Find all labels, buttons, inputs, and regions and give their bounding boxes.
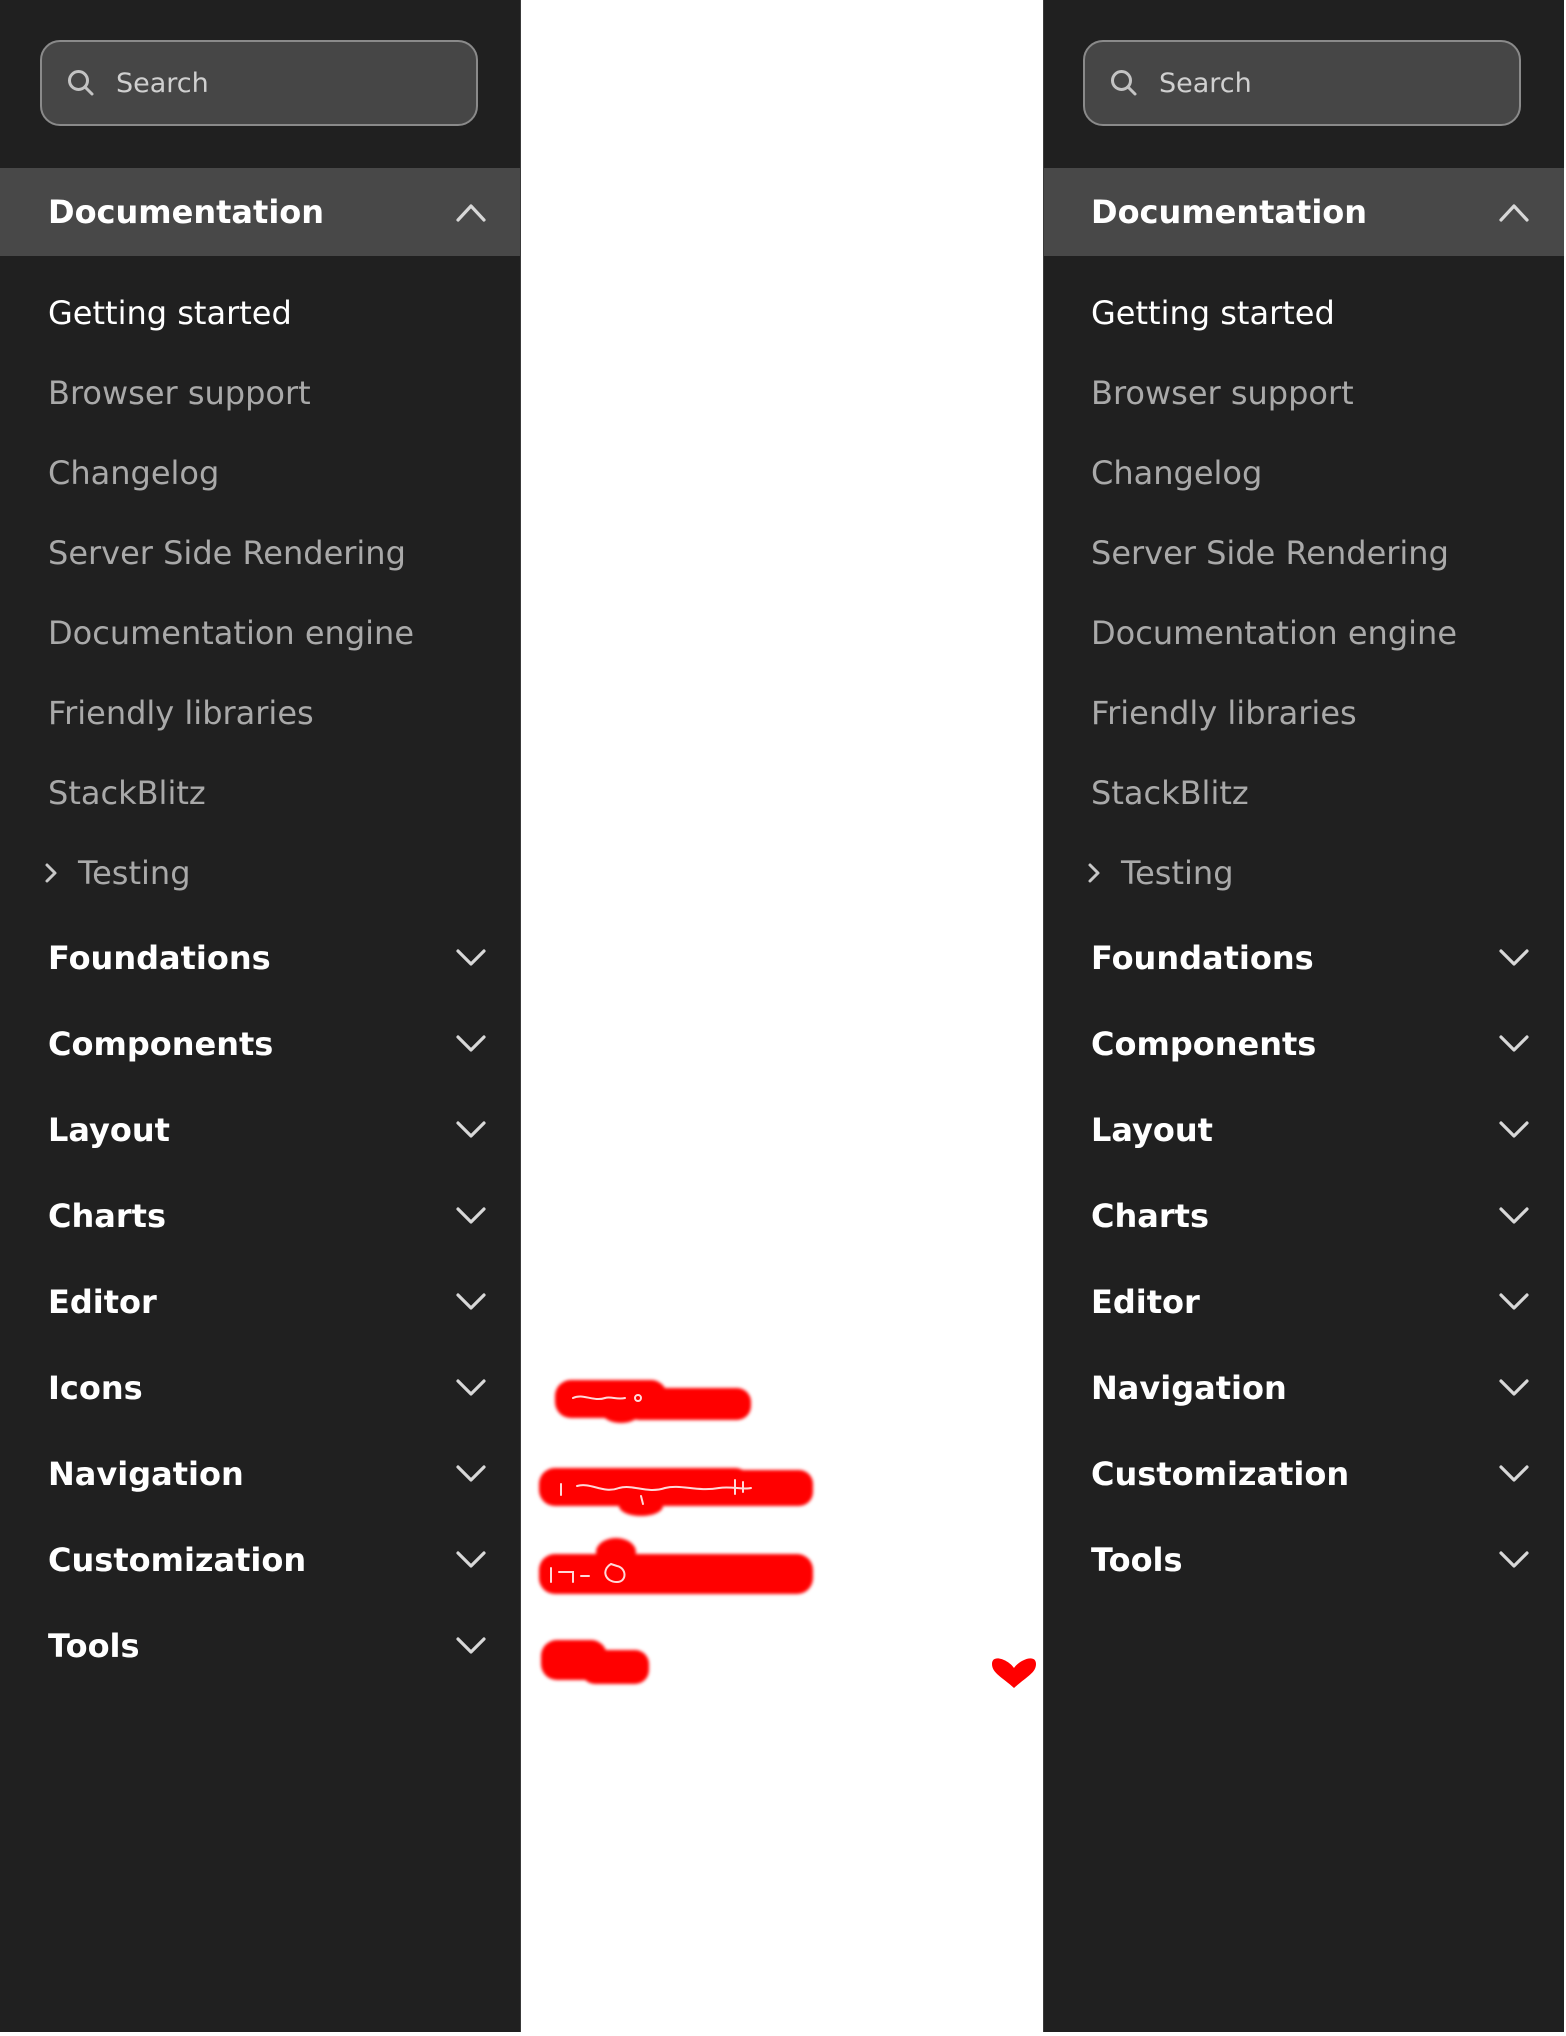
section-documentation[interactable]: Documentation [0, 168, 521, 256]
section-charts[interactable]: Charts [0, 1186, 521, 1246]
section-label: Components [48, 1025, 274, 1063]
section-label: Tools [48, 1627, 140, 1665]
diff-highlight [539, 1554, 813, 1594]
section-label: Navigation [1091, 1369, 1287, 1407]
section-navigation[interactable]: Navigation [1043, 1358, 1564, 1418]
search-icon [68, 70, 94, 96]
section-documentation[interactable]: Documentation [1043, 168, 1564, 256]
chevron-down-icon [456, 1207, 486, 1224]
chevron-down-icon [456, 949, 486, 966]
chevron-down-icon [1499, 1379, 1529, 1396]
nav-item-stackblitz[interactable]: StackBlitz [1091, 766, 1249, 820]
search-input[interactable]: Search [40, 40, 478, 126]
section-editor[interactable]: Editor [1043, 1272, 1564, 1332]
section-label: Documentation [48, 193, 325, 231]
sidebar-left: Search Documentation Getting started Bro… [0, 0, 521, 2032]
chevron-right-icon [45, 863, 57, 883]
section-label: Customization [48, 1541, 307, 1579]
nav-item-label: Testing [1121, 854, 1234, 892]
chevron-down-icon [456, 1293, 486, 1310]
section-tools[interactable]: Tools [0, 1616, 521, 1676]
chevron-up-icon [456, 204, 486, 222]
section-layout[interactable]: Layout [0, 1100, 521, 1160]
section-customization[interactable]: Customization [0, 1530, 521, 1590]
section-foundations[interactable]: Foundations [1043, 928, 1564, 988]
chevron-up-icon [1499, 204, 1529, 222]
section-label: Editor [48, 1283, 157, 1321]
diff-highlight [596, 1538, 636, 1566]
nav-item-friendly-libraries[interactable]: Friendly libraries [1091, 686, 1357, 740]
chevron-down-icon [1499, 949, 1529, 966]
nav-item-browser-support[interactable]: Browser support [1091, 366, 1354, 420]
chevron-down-icon [456, 1121, 486, 1138]
search-placeholder: Search [1159, 67, 1252, 99]
section-editor[interactable]: Editor [0, 1272, 521, 1332]
section-charts[interactable]: Charts [1043, 1186, 1564, 1246]
section-label: Editor [1091, 1283, 1200, 1321]
chevron-down-icon [456, 1035, 486, 1052]
nav-item-label: Testing [78, 854, 191, 892]
chevron-down-icon [456, 1465, 486, 1482]
section-components[interactable]: Components [1043, 1014, 1564, 1074]
chevron-down-icon [1499, 1207, 1529, 1224]
section-label: Navigation [48, 1455, 244, 1493]
section-label: Foundations [1091, 939, 1314, 977]
chevron-down-icon [1499, 1465, 1529, 1482]
nav-item-getting-started[interactable]: Getting started [1091, 286, 1335, 340]
section-label: Foundations [48, 939, 271, 977]
chevron-right-icon [1088, 863, 1100, 883]
chevron-down-icon [1499, 1035, 1529, 1052]
section-label: Layout [48, 1111, 170, 1149]
section-navigation[interactable]: Navigation [0, 1444, 521, 1504]
diff-highlight-layer [539, 1380, 1036, 1688]
nav-item-friendly-libraries[interactable]: Friendly libraries [48, 686, 314, 740]
diff-highlight [625, 1388, 751, 1420]
nav-item-server-side-rendering[interactable]: Server Side Rendering [1091, 526, 1449, 580]
chevron-down-icon [1499, 1121, 1529, 1138]
section-label: Components [1091, 1025, 1317, 1063]
section-label: Charts [1091, 1197, 1209, 1235]
nav-item-documentation-engine[interactable]: Documentation engine [1091, 606, 1457, 660]
search-placeholder: Search [116, 67, 209, 99]
nav-item-changelog[interactable]: Changelog [1091, 446, 1262, 500]
section-label: Layout [1091, 1111, 1213, 1149]
section-customization[interactable]: Customization [1043, 1444, 1564, 1504]
heart-icon [992, 1658, 1036, 1688]
sidebar-right: Search Documentation Getting started Bro… [1043, 0, 1564, 2032]
chevron-down-icon [1499, 1551, 1529, 1568]
nav-item-documentation-engine[interactable]: Documentation engine [48, 606, 414, 660]
nav-item-testing[interactable]: Testing [40, 846, 191, 900]
section-label: Icons [48, 1369, 143, 1407]
search-input[interactable]: Search [1083, 40, 1521, 126]
nav-item-changelog[interactable]: Changelog [48, 446, 219, 500]
nav-item-getting-started[interactable]: Getting started [48, 286, 292, 340]
section-label: Charts [48, 1197, 166, 1235]
section-label: Documentation [1091, 193, 1368, 231]
chevron-down-icon [1499, 1293, 1529, 1310]
section-label: Tools [1091, 1541, 1183, 1579]
nav-item-stackblitz[interactable]: StackBlitz [48, 766, 206, 820]
section-components[interactable]: Components [0, 1014, 521, 1074]
section-layout[interactable]: Layout [1043, 1100, 1564, 1160]
diff-area [521, 0, 1043, 2032]
nav-item-testing[interactable]: Testing [1083, 846, 1234, 900]
nav-item-browser-support[interactable]: Browser support [48, 366, 311, 420]
diff-highlight [581, 1650, 649, 1684]
panel-divider [1043, 0, 1044, 2032]
section-tools[interactable]: Tools [1043, 1530, 1564, 1590]
chevron-down-icon [456, 1637, 486, 1654]
section-icons[interactable]: Icons [0, 1358, 521, 1418]
section-label: Customization [1091, 1455, 1350, 1493]
chevron-down-icon [456, 1551, 486, 1568]
section-foundations[interactable]: Foundations [0, 928, 521, 988]
nav-item-server-side-rendering[interactable]: Server Side Rendering [48, 526, 406, 580]
diff-highlight [601, 1399, 641, 1423]
chevron-down-icon [456, 1379, 486, 1396]
search-icon [1111, 70, 1137, 96]
panel-divider [520, 0, 521, 2032]
